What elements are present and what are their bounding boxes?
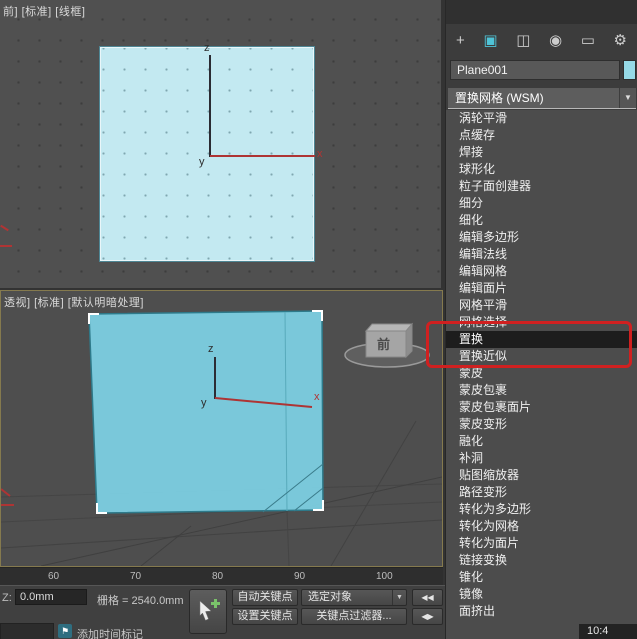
panel-tab-icon[interactable]: + (456, 32, 465, 49)
grid-line (286, 510, 290, 566)
z-coordinate-label: Z: (2, 592, 12, 604)
modifier-item[interactable]: 蒙皮包裹 (446, 382, 637, 399)
modifier-item[interactable]: 细分 (446, 195, 637, 212)
ruler-tick: 100 (376, 571, 393, 582)
modifier-item[interactable]: 融化 (446, 433, 637, 450)
set-keys-big-button[interactable] (189, 589, 227, 634)
grid-line (140, 525, 192, 566)
modifier-item[interactable]: 蒙皮变形 (446, 416, 637, 433)
world-axis-fragment (1, 488, 11, 497)
time-tag-icon[interactable]: ⚑ (58, 624, 72, 638)
panel-header-strip (446, 0, 637, 24)
taskbar-clock: 10:4 (579, 624, 637, 639)
command-panel: + ▣ ◫ ◉ ▭ ⚙ Plane001 置换网格 (WSM) ▼ 涡轮平滑 点缓存 焊接 球形… (445, 0, 637, 639)
modifier-item[interactable]: 编辑网格 (446, 263, 637, 280)
axis-z-line (209, 55, 211, 157)
grid-line (330, 420, 417, 566)
object-color-swatch[interactable] (623, 60, 636, 80)
modifier-item[interactable]: 焊接 (446, 144, 637, 161)
selection-filter-dropdown[interactable]: 选定对象 ▼ (301, 589, 407, 606)
plane-object-front[interactable] (100, 47, 314, 261)
z-coordinate-input[interactable]: 0.0mm (15, 589, 87, 605)
panel-tab-icon[interactable]: ⚙ (614, 31, 627, 49)
modifier-item[interactable]: 转化为网格 (446, 518, 637, 535)
perspective-scene (1, 310, 442, 566)
axis-z-label: z (208, 343, 214, 355)
3dsmax-window: 前] [标准] [线框] z y x 透视] [标准] [默认明暗处理] z y… (0, 0, 637, 639)
panel-tabs: + ▣ ◫ ◉ ▭ ⚙ (446, 26, 637, 54)
viewport-front-label[interactable]: 前] [标准] [线框] (3, 3, 85, 19)
grid-size-readout: 栅格 = 2540.0mm (97, 595, 184, 607)
modifier-item[interactable]: 链接变换 (446, 552, 637, 569)
modifier-item[interactable]: 转化为面片 (446, 535, 637, 552)
viewcube-top-face[interactable] (364, 323, 414, 332)
ruler-tick: 90 (294, 571, 306, 582)
viewport-perspective-label[interactable]: 透视] [标准] [默认明暗处理] (4, 294, 144, 310)
auto-key-button[interactable]: 自动关键点 (232, 589, 298, 606)
modifier-item[interactable]: 编辑面片 (446, 280, 637, 297)
annotation-highlight-box (426, 321, 632, 368)
timeline-ruler[interactable]: 60 70 80 90 100 (0, 567, 443, 585)
modifier-item[interactable]: 涡轮平滑 (446, 110, 637, 127)
world-axis-fragment (0, 245, 12, 247)
modifier-item[interactable]: 编辑法线 (446, 246, 637, 263)
modifier-item[interactable]: 补洞 (446, 450, 637, 467)
panel-tab-icon[interactable]: ◫ (516, 31, 530, 49)
modifier-item[interactable]: 球形化 (446, 161, 637, 178)
modifier-item[interactable]: 点缓存 (446, 127, 637, 144)
axis-y-label: y (201, 397, 207, 409)
chevron-down-icon[interactable]: ▼ (619, 88, 636, 108)
set-key-button[interactable]: 设置关键点 (232, 608, 298, 625)
maxscript-mini-listener[interactable] (0, 623, 54, 639)
viewport-front[interactable]: 前] [标准] [线框] z y x (0, 0, 441, 288)
modifier-item[interactable]: 粒子面创建器 (446, 178, 637, 195)
timeline-nav-button[interactable]: ◀▶ (412, 608, 443, 625)
modifier-item[interactable]: 路径变形 (446, 484, 637, 501)
object-name-input[interactable]: Plane001 (450, 60, 620, 80)
axis-y-label: y (199, 156, 205, 168)
add-time-tag-label[interactable]: 添加时间标记 (77, 626, 143, 639)
timeline-prev-button[interactable]: ◀◀ (412, 589, 443, 606)
selection-filter-value: 选定对象 (308, 591, 352, 603)
modifier-item[interactable]: 锥化 (446, 569, 637, 586)
axis-z-label: z (204, 42, 210, 54)
modifier-item[interactable]: 镜像 (446, 586, 637, 603)
key-filters-button[interactable]: 关键点过滤器... (301, 608, 407, 625)
cursor-plus-icon (199, 598, 220, 621)
modifier-list-dropdown[interactable]: 置换网格 (WSM) ▼ (448, 88, 636, 109)
viewcube-front-label[interactable]: 前 (377, 334, 390, 353)
viewport-perspective[interactable]: 透视] [标准] [默认明暗处理] z y x 前 (0, 290, 443, 567)
modifier-list: 涡轮平滑 点缓存 焊接 球形化 粒子面创建器 细分 细化 编辑多边形 编辑法线 编辑网格 编辑面片网… (446, 110, 637, 639)
plane-object-perspective[interactable] (88, 310, 324, 514)
modifier-item[interactable]: 贴图缩放器 (446, 467, 637, 484)
panel-tab-icon[interactable]: ▭ (581, 31, 595, 49)
modifier-item[interactable]: 编辑多边形 (446, 229, 637, 246)
modifier-item[interactable]: 转化为多边形 (446, 501, 637, 518)
axis-x-line (210, 155, 315, 157)
panel-tab-icon[interactable]: ◉ (549, 31, 562, 49)
panel-tab-icon[interactable]: ▣ (483, 31, 497, 49)
modifier-item[interactable]: 网格平滑 (446, 297, 637, 314)
chevron-down-icon[interactable]: ▼ (392, 590, 406, 605)
axis-x-label: x (317, 148, 323, 160)
ruler-tick: 70 (130, 571, 142, 582)
ruler-tick: 80 (212, 571, 224, 582)
modifier-item[interactable]: 蒙皮包裹面片 (446, 399, 637, 416)
grid-line (1, 519, 442, 549)
axis-x-label: x (314, 391, 320, 403)
world-axis-fragment (0, 224, 9, 232)
ruler-tick: 60 (48, 571, 60, 582)
modifier-item[interactable]: 细化 (446, 212, 637, 229)
status-bar: Z: 0.0mm 栅格 = 2540.0mm 自动关键点 设置关键点 选定对象 … (0, 585, 445, 639)
modifier-dropdown-value: 置换网格 (WSM) (455, 91, 544, 105)
modifier-item[interactable]: 面挤出 (446, 603, 637, 620)
